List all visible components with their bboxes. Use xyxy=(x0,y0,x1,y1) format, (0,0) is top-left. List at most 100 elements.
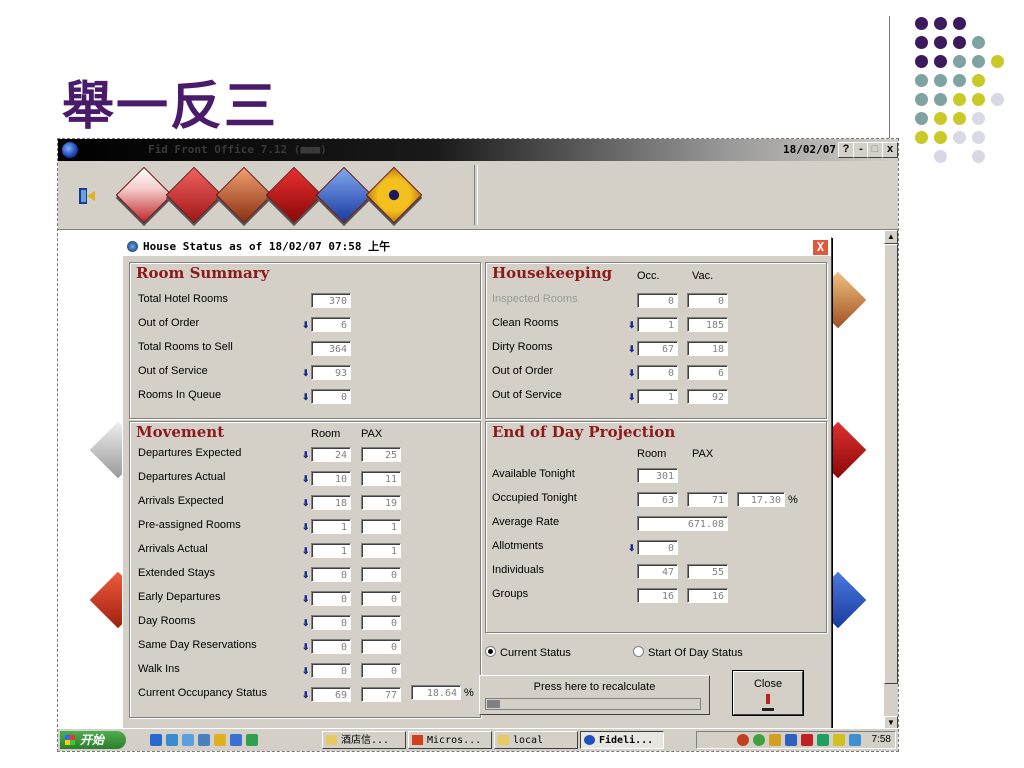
quicklaunch-icon[interactable] xyxy=(246,734,258,746)
drilldown-arrow-icon[interactable]: ⬇ xyxy=(302,666,310,677)
average-rate-field: 671.08 xyxy=(637,516,728,531)
total-rooms-to-sell-label: Total Rooms to Sell xyxy=(138,341,233,353)
door-exit-icon xyxy=(762,694,774,711)
decorative-dot xyxy=(934,36,947,49)
radio-selected-icon[interactable] xyxy=(485,646,496,657)
drilldown-arrow-icon[interactable]: ⬇ xyxy=(302,474,310,485)
hk-out-of-order-label: Out of Order xyxy=(492,365,554,377)
drilldown-arrow-icon[interactable]: ⬇ xyxy=(628,543,636,554)
fidelio-window: Fid Front Office 7.12 (■■■) 18/02/07 ? -… xyxy=(57,138,899,752)
tray-icon[interactable] xyxy=(849,734,861,746)
quicklaunch-icon[interactable] xyxy=(230,734,242,746)
drilldown-arrow-icon[interactable]: ⬇ xyxy=(302,392,310,403)
decorative-dot xyxy=(915,131,928,144)
movement-row-label: Arrivals Expected xyxy=(138,495,224,507)
movement-row-label: Extended Stays xyxy=(138,567,216,579)
drilldown-arrow-icon[interactable]: ⬇ xyxy=(628,344,636,355)
windows-logo-icon xyxy=(65,735,75,745)
inspected-vac-field: 0 xyxy=(687,293,728,308)
quicklaunch-icon[interactable] xyxy=(214,734,226,746)
tray-icon[interactable] xyxy=(833,734,845,746)
drilldown-arrow-icon[interactable]: ⬇ xyxy=(302,368,310,379)
vac-column-header: Vac. xyxy=(692,270,714,282)
drilldown-arrow-icon[interactable]: ⬇ xyxy=(302,546,310,557)
close-button[interactable]: Close xyxy=(732,670,804,716)
individuals-room-field: 47 xyxy=(637,564,678,579)
total-hotel-rooms-label: Total Hotel Rooms xyxy=(138,293,228,305)
drilldown-arrow-icon[interactable]: ⬇ xyxy=(302,690,310,701)
front-desk-icon[interactable] xyxy=(115,166,173,224)
close-window-button[interactable]: x xyxy=(882,142,898,158)
cashier-icon[interactable] xyxy=(215,166,273,224)
window-title: Fid Front Office 7.12 (■■■) xyxy=(148,143,327,156)
occupancy-pct-field: 18.64 xyxy=(411,685,461,700)
quicklaunch-icon[interactable] xyxy=(166,734,178,746)
decorative-dot xyxy=(953,131,966,144)
allotments-field: 0 xyxy=(637,540,678,555)
drilldown-arrow-icon[interactable]: ⬇ xyxy=(628,392,636,403)
tray-icon[interactable] xyxy=(753,734,765,746)
dialog-close-icon[interactable]: X xyxy=(812,239,829,256)
taskbar-task[interactable]: Fideli... xyxy=(580,731,664,749)
tray-icon[interactable] xyxy=(817,734,829,746)
start-of-day-status-radio[interactable]: Start Of Day Status xyxy=(633,646,743,659)
reservations-icon[interactable] xyxy=(165,166,223,224)
movement-row-label: Pre-assigned Rooms xyxy=(138,519,241,531)
taskbar-task[interactable]: 酒店信... xyxy=(322,731,406,749)
drilldown-arrow-icon[interactable]: ⬇ xyxy=(302,594,310,605)
drilldown-arrow-icon[interactable]: ⬇ xyxy=(302,618,310,629)
quicklaunch-icon[interactable] xyxy=(198,734,210,746)
recalculate-button[interactable]: Press here to recalculate xyxy=(479,675,710,715)
movement-row-label: Walk Ins xyxy=(138,663,180,675)
drilldown-arrow-icon[interactable]: ⬇ xyxy=(302,320,310,331)
dirty-rooms-label: Dirty Rooms xyxy=(492,341,553,353)
decorative-dot xyxy=(915,17,928,30)
drilldown-arrow-icon[interactable]: ⬇ xyxy=(302,642,310,653)
maximize-button[interactable]: □ xyxy=(867,142,883,158)
radio-unselected-icon[interactable] xyxy=(633,646,644,657)
tray-icon[interactable] xyxy=(801,734,813,746)
eod-room-header: Room xyxy=(637,448,667,460)
drilldown-arrow-icon[interactable]: ⬇ xyxy=(302,570,310,581)
exit-icon[interactable] xyxy=(78,187,96,205)
night-audit-icon[interactable] xyxy=(265,166,323,224)
recalculate-progress-fill xyxy=(487,700,500,708)
taskbar-task[interactable]: Micros... xyxy=(408,731,492,749)
occupancy-pct-sign: % xyxy=(464,687,474,699)
groups-room-field: 16 xyxy=(637,588,678,603)
drilldown-arrow-icon[interactable]: ⬇ xyxy=(628,320,636,331)
decorative-dot xyxy=(972,131,985,144)
movement-pax-field: 0 xyxy=(361,639,401,654)
housekeeping-title: Housekeeping xyxy=(492,264,613,282)
hk-oos-vac-field: 92 xyxy=(687,389,728,404)
movement-room-field: 69 xyxy=(311,687,351,702)
hk-ooo-vac-field: 6 xyxy=(687,365,728,380)
eye-icon[interactable] xyxy=(365,166,423,224)
quicklaunch-icon[interactable] xyxy=(182,734,194,746)
average-rate-label: Average Rate xyxy=(492,516,560,528)
decorative-dot xyxy=(953,55,966,68)
drilldown-arrow-icon[interactable]: ⬇ xyxy=(302,498,310,509)
drilldown-arrow-icon[interactable]: ⬇ xyxy=(302,450,310,461)
tray-icon[interactable] xyxy=(785,734,797,746)
decorative-dot xyxy=(953,36,966,49)
tray-icon[interactable] xyxy=(737,734,749,746)
start-button[interactable]: 开始 xyxy=(60,731,126,749)
scroll-thumb[interactable] xyxy=(884,244,898,684)
decorative-dot xyxy=(934,93,947,106)
drilldown-arrow-icon[interactable]: ⬇ xyxy=(302,522,310,533)
taskbar-task[interactable]: local xyxy=(494,731,578,749)
groups-pax-field: 16 xyxy=(687,588,728,603)
drilldown-arrow-icon[interactable]: ⬇ xyxy=(628,368,636,379)
movement-row-label: Early Departures xyxy=(138,591,221,603)
ie-icon[interactable] xyxy=(150,734,162,746)
total-rooms-to-sell-field: 364 xyxy=(311,341,351,356)
help-button[interactable]: ? xyxy=(838,142,854,158)
current-status-radio[interactable]: Current Status xyxy=(485,646,571,659)
occ-column-header: Occ. xyxy=(637,270,660,282)
vertical-scrollbar[interactable]: ▲ ▼ xyxy=(884,230,898,730)
reports-icon[interactable] xyxy=(315,166,373,224)
scroll-up-icon[interactable]: ▲ xyxy=(884,230,898,244)
main-toolbar xyxy=(58,161,898,230)
tray-icon[interactable] xyxy=(769,734,781,746)
